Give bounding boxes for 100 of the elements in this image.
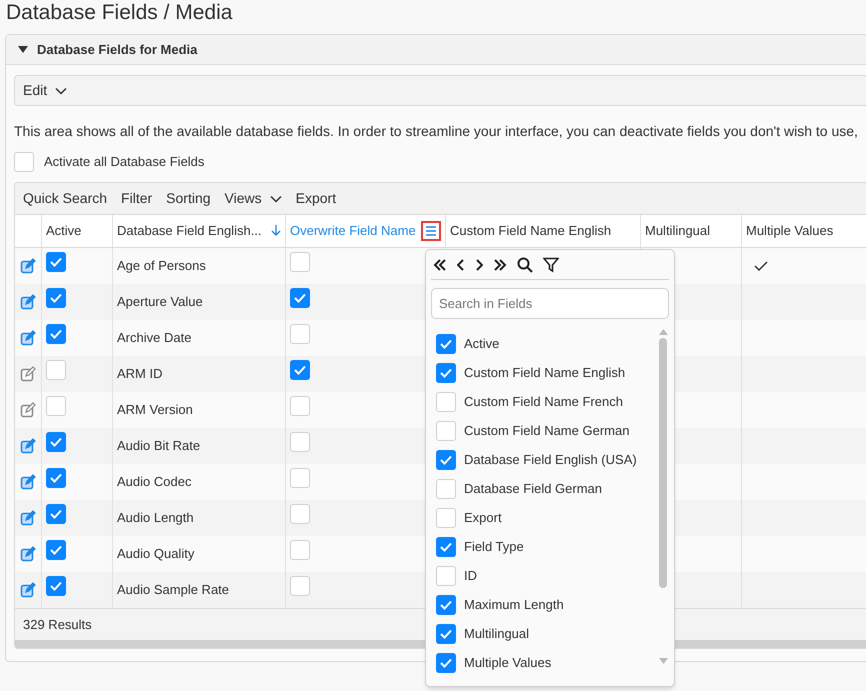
check-icon: [440, 368, 452, 378]
edit-icon[interactable]: [20, 546, 36, 562]
edit-icon[interactable]: [20, 366, 36, 382]
search-field[interactable]: Search in Fields: [431, 288, 669, 319]
field-label: Export: [464, 508, 502, 527]
checkbox[interactable]: [46, 252, 66, 272]
last-icon[interactable]: [493, 258, 507, 272]
check-icon: [50, 545, 62, 555]
field-label: Custom Field Name French: [464, 392, 623, 411]
toolbar-button[interactable]: Views: [224, 188, 282, 209]
check-icon: [440, 338, 452, 348]
check-icon: [440, 658, 452, 668]
checkbox[interactable]: [436, 652, 456, 672]
field-label: Active: [464, 334, 500, 353]
table-cell-text: ARM Version: [117, 401, 193, 420]
column-header[interactable]: Multiple Values: [742, 215, 866, 247]
column-header[interactable]: Active: [42, 215, 113, 247]
checkbox[interactable]: [290, 360, 310, 380]
checkbox[interactable]: [46, 432, 66, 452]
edit-icon[interactable]: [20, 510, 36, 526]
checkbox[interactable]: [436, 508, 456, 528]
checkbox[interactable]: [46, 504, 66, 524]
table-cell-text: Aperture Value: [117, 293, 203, 312]
check-icon: [294, 293, 306, 303]
field-label: Custom Field Name English: [464, 364, 626, 382]
checkbox[interactable]: [290, 468, 310, 488]
edit-icon[interactable]: [20, 294, 36, 310]
edit-icon[interactable]: [20, 258, 36, 274]
checkbox[interactable]: [46, 324, 66, 344]
column-header[interactable]: Database Field English...: [113, 215, 286, 247]
checkbox[interactable]: [46, 576, 66, 596]
checkbox[interactable]: [46, 360, 66, 380]
checkbox[interactable]: [14, 152, 34, 172]
sort-arrow-icon[interactable]: [271, 225, 281, 237]
edit-menu[interactable]: Edit: [14, 75, 866, 106]
toolbar-button[interactable]: Quick Search: [23, 188, 108, 209]
checkbox[interactable]: [436, 362, 456, 382]
edit-icon[interactable]: [20, 438, 36, 454]
checkbox[interactable]: [436, 594, 456, 614]
check-icon: [50, 257, 62, 267]
checkbox[interactable]: [436, 420, 456, 440]
check-icon: [50, 581, 62, 591]
scroll-up-icon[interactable]: [658, 329, 668, 335]
field-label: Custom Field Name German: [464, 422, 630, 440]
edit-icon[interactable]: [20, 402, 36, 418]
vertical-scrollbar[interactable]: [657, 329, 669, 664]
column-header[interactable]: Custom Field Name English: [446, 215, 641, 247]
checkbox[interactable]: [290, 396, 310, 416]
table-cell-text: Age of Persons: [117, 257, 206, 276]
check-icon: [440, 628, 452, 638]
menu-icon[interactable]: [421, 221, 441, 241]
panel-title: Database Fields for Media: [37, 40, 198, 59]
checkbox[interactable]: [436, 624, 456, 644]
table-cell-text: Audio Codec: [117, 473, 192, 492]
panel-header[interactable]: Database Fields for Media: [6, 35, 866, 65]
field-label: ID: [464, 566, 477, 585]
column-header[interactable]: Multilingual: [641, 215, 742, 247]
checkbox[interactable]: [46, 288, 66, 308]
toolbar-button[interactable]: Filter: [121, 188, 152, 209]
column-header[interactable]: Overwrite Field Name: [286, 215, 446, 247]
edit-icon[interactable]: [20, 582, 36, 598]
chevron-down-icon: [270, 194, 282, 202]
checkbox[interactable]: [290, 252, 310, 272]
field-label: Multiple Values: [464, 654, 552, 672]
checkbox[interactable]: [436, 392, 456, 412]
checkbox[interactable]: [46, 540, 66, 560]
checkbox[interactable]: [436, 536, 456, 556]
checkbox[interactable]: [290, 504, 310, 524]
edit-icon[interactable]: [20, 330, 36, 346]
table-cell-text: Archive Date: [117, 329, 192, 348]
toolbar-button[interactable]: Export: [296, 188, 336, 209]
table-cell-text: Audio Sample Rate: [117, 581, 230, 600]
checkbox[interactable]: [290, 288, 310, 308]
edit-icon[interactable]: [20, 474, 36, 490]
checkbox[interactable]: [290, 324, 310, 344]
checkbox[interactable]: [290, 540, 310, 560]
check-icon: [50, 329, 62, 339]
chevron-down-icon: [55, 86, 68, 94]
filter-icon[interactable]: [543, 256, 559, 272]
next-icon[interactable]: [475, 258, 483, 272]
checkbox[interactable]: [436, 334, 456, 354]
check-icon: [440, 454, 452, 464]
checkbox[interactable]: [436, 450, 456, 470]
checkbox[interactable]: [436, 478, 456, 498]
checkbox[interactable]: [46, 468, 66, 488]
checkbox[interactable]: [436, 566, 456, 586]
field-label: Field Type: [464, 538, 524, 556]
check-icon: [50, 437, 62, 447]
field-label: Database Field German: [464, 480, 602, 498]
checkbox[interactable]: [290, 432, 310, 452]
toolbar-button[interactable]: Sorting: [166, 188, 211, 209]
first-icon[interactable]: [433, 258, 447, 272]
field-label: Multilingual: [464, 624, 530, 643]
checkbox[interactable]: [46, 396, 66, 416]
check-icon: [440, 542, 452, 552]
checkbox[interactable]: [290, 576, 310, 596]
previous-icon[interactable]: [457, 258, 465, 272]
search-icon[interactable]: [517, 256, 533, 272]
results-count: 329 Results: [23, 616, 92, 634]
scroll-down-icon[interactable]: [658, 658, 668, 664]
